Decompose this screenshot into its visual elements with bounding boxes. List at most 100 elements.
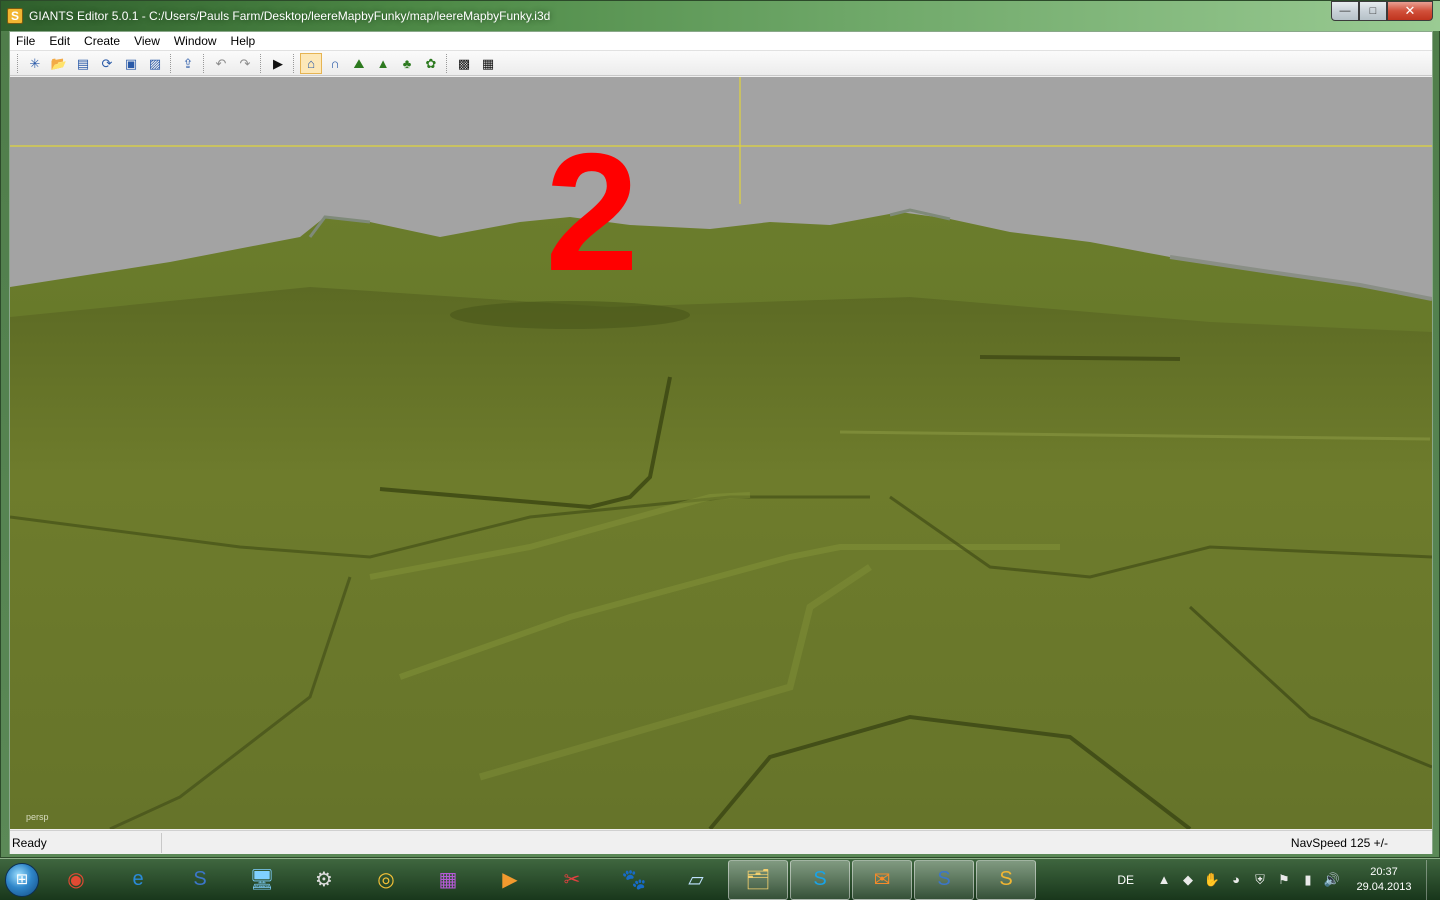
- foliage-icon: ♣: [402, 55, 412, 71]
- taskbar-computer[interactable]: 🖥: [232, 860, 292, 900]
- transform-button[interactable]: ∩: [324, 53, 346, 74]
- grass-button[interactable]: ✿: [420, 53, 442, 74]
- scene-render[interactable]: 2 persp: [10, 77, 1432, 829]
- taskbar-winrar[interactable]: ▦: [418, 860, 478, 900]
- giants-app-icon[interactable]: S: [7, 8, 23, 24]
- status-bar: Ready NavSpeed 125 +/-: [10, 830, 1432, 854]
- tray-hand-icon[interactable]: ✋: [1200, 872, 1224, 888]
- taskbar-notepad[interactable]: ▱: [666, 860, 726, 900]
- texture-paint-button[interactable]: ▩: [453, 53, 475, 74]
- 3d-viewport[interactable]: 2 persp: [10, 77, 1432, 829]
- nav-speed-readout: NavSpeed 125 +/-: [1290, 835, 1388, 850]
- close-button[interactable]: ✕: [1387, 1, 1433, 21]
- show-hidden-icon[interactable]: ▲: [1152, 872, 1176, 887]
- taskbar-giants-editor[interactable]: S: [914, 859, 974, 900]
- save-button[interactable]: ▣: [120, 53, 142, 74]
- tray-icons: ▲ ◆ ✋ ◕ ⛨ ⚑ ▮ 🔊: [1152, 872, 1344, 888]
- camera-home-icon: ⌂: [307, 55, 315, 71]
- overlay-number: 2: [545, 118, 638, 306]
- computer-icon: 🖥: [249, 869, 275, 891]
- gimp-icon: 🐾: [621, 869, 647, 891]
- play-button[interactable]: ▶: [267, 53, 289, 74]
- volume-icon[interactable]: 🔊: [1320, 872, 1344, 888]
- taskbar-chrome[interactable]: ◉: [46, 860, 106, 900]
- taskbar: ⊞ ◉ e S 🖥 ⚙ ◎ ▦ ▶ ✂ 🐾 ▱ 🗂 S ✉ S S DE ▲ ◆ ✋ ◕ ⛨ ⚑ ▮ 🔊 20:37 29.…: [0, 858, 1440, 900]
- disc-icon: ◎: [377, 869, 395, 891]
- refresh-button[interactable]: ⟳: [96, 53, 118, 74]
- play-icon: ▶: [273, 55, 283, 71]
- notepad-icon: ▱: [688, 869, 704, 891]
- open-file-button[interactable]: 📂: [48, 53, 70, 74]
- taskbar-skype[interactable]: S: [790, 859, 850, 900]
- redo-button[interactable]: ↷: [234, 53, 256, 74]
- camera-home-button[interactable]: ⌂: [300, 52, 322, 74]
- taskbar-giants-editor[interactable]: S: [170, 860, 230, 900]
- open-file-icon: 📂: [50, 55, 68, 71]
- window-controls: — □ ✕: [1331, 1, 1433, 21]
- tray-app-green-icon[interactable]: ◆: [1176, 872, 1200, 888]
- menu-help[interactable]: Help: [224, 34, 263, 48]
- transform-icon: ∩: [330, 55, 340, 71]
- field-border: [979, 355, 1181, 361]
- window-title: GIANTS Editor 5.0.1 - C:/Users/Pauls Far…: [29, 9, 551, 23]
- import-icon: ⇪: [182, 55, 194, 71]
- terrain-sculpt-button[interactable]: ⛰: [348, 53, 370, 74]
- taskbar-internet-explorer[interactable]: e: [108, 860, 168, 900]
- client-area: File Edit Create View Window Help ✳ 📂 ▤ ⟳ ▣ ▨…: [9, 31, 1433, 854]
- undo-button[interactable]: ↶: [210, 53, 232, 74]
- taskbar-gimp[interactable]: 🐾: [604, 860, 664, 900]
- import-button[interactable]: ⇪: [177, 53, 199, 74]
- save-as-button[interactable]: ▨: [144, 53, 166, 74]
- taskbar-giants-editor-active[interactable]: S: [976, 859, 1036, 900]
- taskbar-disc[interactable]: ◎: [356, 860, 416, 900]
- taskbar-settings-gear[interactable]: ⚙: [294, 860, 354, 900]
- foliage-button[interactable]: ♣: [396, 53, 418, 74]
- terrain-sculpt-icon: ⛰: [353, 55, 365, 71]
- toolbar-separator: [260, 53, 263, 73]
- terrain-paint-button[interactable]: ▲: [372, 53, 394, 74]
- tray-orange-icon[interactable]: ◕: [1224, 872, 1248, 887]
- menu-window[interactable]: Window: [167, 34, 224, 48]
- clock[interactable]: 20:37 29.04.2013: [1346, 865, 1422, 895]
- save-icon: ▣: [124, 55, 138, 71]
- taskbar-file-explorer[interactable]: 🗂: [728, 859, 788, 900]
- document-icon: ▤: [76, 55, 90, 71]
- refresh-icon: ⟳: [101, 55, 113, 71]
- network-signal-icon[interactable]: ▮: [1296, 872, 1320, 888]
- skype-icon: S: [813, 868, 827, 890]
- action-center-flag-icon[interactable]: ⚑: [1272, 872, 1296, 888]
- taskbar-snipping-tool[interactable]: ✂: [542, 860, 602, 900]
- toolbar-separator: [446, 53, 449, 73]
- new-file-button[interactable]: ✳: [24, 53, 46, 74]
- taskbar-mail[interactable]: ✉: [852, 859, 912, 900]
- terrain-ground: [10, 287, 1432, 829]
- toolbar-separator: [293, 53, 296, 73]
- status-text: Ready: [10, 832, 162, 853]
- winrar-icon: ▦: [438, 869, 458, 891]
- giants-editor-icon: S: [937, 868, 951, 890]
- maximize-button[interactable]: □: [1359, 1, 1387, 21]
- title-bar[interactable]: S GIANTS Editor 5.0.1 - C:/Users/Pauls F…: [1, 1, 1440, 31]
- taskbar-apps: ◉ e S 🖥 ⚙ ◎ ▦ ▶ ✂ 🐾 ▱ 🗂 S ✉ S S: [44, 859, 1036, 900]
- texture-erase-button[interactable]: ▦: [477, 53, 499, 74]
- taskbar-media-player[interactable]: ▶: [480, 860, 540, 900]
- start-button[interactable]: ⊞: [0, 860, 44, 900]
- redo-icon: ↷: [239, 55, 251, 71]
- document-button[interactable]: ▤: [72, 53, 94, 74]
- mail-icon: ✉: [873, 869, 891, 891]
- settings-gear-icon: ⚙: [315, 869, 333, 891]
- chrome-icon: ◉: [67, 869, 85, 891]
- language-indicator[interactable]: DE: [1117, 873, 1134, 887]
- system-tray: DE ▲ ◆ ✋ ◕ ⛨ ⚑ ▮ 🔊 20:37 29.04.2013: [1117, 859, 1440, 900]
- menu-edit[interactable]: Edit: [42, 34, 77, 48]
- menu-create[interactable]: Create: [77, 34, 127, 48]
- camera-label: persp: [26, 812, 49, 822]
- antivirus-icon[interactable]: ⛨: [1248, 872, 1272, 888]
- editor-window: S GIANTS Editor 5.0.1 - C:/Users/Pauls F…: [0, 0, 1440, 858]
- undo-icon: ↶: [215, 55, 227, 71]
- menu-view[interactable]: View: [127, 34, 167, 48]
- windows-logo-icon: ⊞: [5, 862, 39, 897]
- menu-file[interactable]: File: [10, 34, 42, 48]
- show-desktop-button[interactable]: [1426, 859, 1440, 900]
- minimize-button[interactable]: —: [1331, 1, 1359, 21]
